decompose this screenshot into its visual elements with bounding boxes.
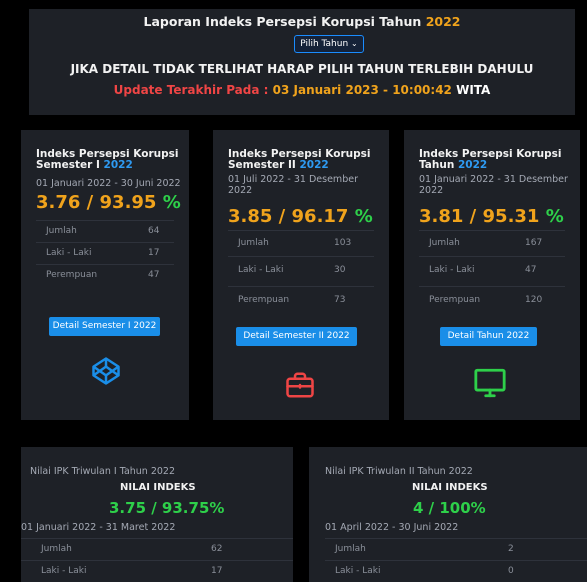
card-index-value: 3.81 / 95.31 % [419,206,564,227]
warning-text: JIKA DETAIL TIDAK TERLIHAT HARAP PILIH T… [70,62,534,76]
index-value: 3.85 / 96.17 [228,206,349,227]
chevron-down-icon: ⌄ [351,39,358,48]
stat-label: Jumlah [238,238,269,248]
index-value: 3.81 / 95.31 [419,206,540,227]
stat-row-laki: Laki - Laki 17 [36,242,174,264]
stat-value: 17 [211,566,223,576]
page-title-text: Laporan Indeks Persepsi Korupsi Tahun [143,14,422,29]
stat-value: 0 [508,566,514,576]
stats-table: Jumlah 62 Laki - Laki 17 [21,538,293,582]
triwulan-date-range: 01 Januari 2022 - 31 Maret 2022 [21,522,176,533]
percent-sign: % [354,206,373,227]
stat-value: 47 [525,265,537,275]
nilai-indeks-label: NILAI INDEKS [120,482,196,493]
stat-label: Laki - Laki [46,248,92,258]
stat-label: Jumlah [429,238,460,248]
stat-value: 167 [525,238,543,248]
stat-row-laki: Laki - Laki 0 [325,560,587,582]
update-datetime: 03 Januari 2023 - 10:00:42 [272,83,452,97]
stat-row-perempuan: Perempuan 120 [419,286,565,316]
triwulan-date-range: 01 April 2022 - 30 Juni 2022 [325,522,459,533]
stat-label: Perempuan [46,270,98,280]
stat-row-jumlah: Jumlah 167 [419,230,565,256]
stat-value: 120 [525,295,543,305]
stat-row-laki: Laki - Laki 47 [419,256,565,286]
stat-value: 47 [148,270,160,280]
stat-row-laki: Laki - Laki 17 [21,560,293,582]
detail-semester-1-button[interactable]: Detail Semester I 2022 [49,317,160,336]
card-tahun: Indeks Persepsi Korupsi Tahun 2022 01 Ja… [404,130,580,420]
stat-value: 64 [148,226,160,236]
last-update: Update Terakhir Pada : 03 Januari 2023 -… [29,83,575,97]
codepen-icon [91,356,121,390]
index-value: 3.76 / 93.95 [36,192,157,213]
card-title-year: 2022 [299,159,329,171]
stat-value: 30 [334,265,346,275]
stats-table: Jumlah 64 Laki - Laki 17 Perempuan 47 [36,220,174,286]
monitor-icon [472,366,508,404]
card-title: Indeks Persepsi Korupsi Semester I 2022 [36,149,186,171]
stat-row-perempuan: Perempuan 47 [36,264,174,286]
detail-semester-2-button[interactable]: Detail Semester II 2022 [236,327,357,346]
stat-row-jumlah: Jumlah 64 [36,220,174,242]
card-title: Indeks Persepsi Korupsi Tahun 2022 [419,149,569,171]
triwulan-title: Nilai IPK Triwulan I Tahun 2022 [30,466,176,477]
stat-label: Laki - Laki [238,265,284,275]
card-triwulan-1: Nilai IPK Triwulan I Tahun 2022 NILAI IN… [21,447,293,582]
stat-value: 2 [508,544,514,554]
stat-row-jumlah: Jumlah 103 [228,230,374,256]
percent-sign: % [545,206,564,227]
stat-value: 17 [148,248,160,258]
report-header: Laporan Indeks Persepsi Korupsi Tahun 20… [29,9,575,115]
stat-row-laki: Laki - Laki 30 [228,256,374,286]
nilai-indeks-label: NILAI INDEKS [412,482,488,493]
card-date-range: 01 Januari 2022 - 31 Desember 2022 [419,174,568,196]
page-title: Laporan Indeks Persepsi Korupsi Tahun 20… [29,14,575,29]
stat-row-jumlah: Jumlah 2 [325,538,587,560]
stats-table: Jumlah 167 Laki - Laki 47 Perempuan 120 [419,230,565,316]
card-title-year: 2022 [457,159,488,171]
card-index-value: 3.85 / 96.17 % [228,206,373,227]
card-title: Indeks Persepsi Korupsi Semester II 2022 [228,149,378,171]
stat-label: Jumlah [335,544,366,554]
card-date-range: 01 Januari 2022 - 30 Juni 2022 [36,178,181,189]
card-triwulan-2: Nilai IPK Triwulan II Tahun 2022 NILAI I… [309,447,587,582]
stat-label: Laki - Laki [335,566,381,576]
stat-row-jumlah: Jumlah 62 [21,538,293,560]
nilai-indeks-value: 4 / 100% [413,499,486,517]
year-select[interactable]: Pilih Tahun ⌄ [294,35,364,53]
card-title-year: 2022 [103,159,133,171]
percent-sign: % [162,192,181,213]
stat-label: Perempuan [238,295,290,305]
page-title-year: 2022 [425,14,461,29]
stat-label: Perempuan [429,295,481,305]
stat-row-perempuan: Perempuan 73 [228,286,374,316]
card-index-value: 3.76 / 93.95 % [36,192,181,213]
stats-table: Jumlah 2 Laki - Laki 0 [325,538,587,582]
nilai-indeks-value: 3.75 / 93.75% [109,499,225,517]
stat-value: 73 [334,295,346,305]
stats-table: Jumlah 103 Laki - Laki 30 Perempuan 73 [228,230,374,316]
briefcase-icon [285,370,315,404]
year-select-label: Pilih Tahun [300,39,349,49]
update-label: Update Terakhir Pada : [113,83,269,97]
stat-label: Jumlah [41,544,72,554]
stat-value: 62 [211,544,223,554]
stat-label: Jumlah [46,226,77,236]
card-title-text: Indeks Persepsi Korupsi Tahun [419,148,562,171]
card-semester-2: Indeks Persepsi Korupsi Semester II 2022… [213,130,389,420]
update-timezone: WITA [456,83,491,97]
stat-value: 103 [334,238,352,248]
card-semester-1: Indeks Persepsi Korupsi Semester I 2022 … [21,130,189,420]
triwulan-title: Nilai IPK Triwulan II Tahun 2022 [325,466,473,477]
stat-label: Laki - Laki [429,265,475,275]
detail-tahun-button[interactable]: Detail Tahun 2022 [440,327,537,346]
stat-label: Laki - Laki [41,566,87,576]
card-date-range: 01 Juli 2022 - 31 Desember 2022 [228,174,358,196]
